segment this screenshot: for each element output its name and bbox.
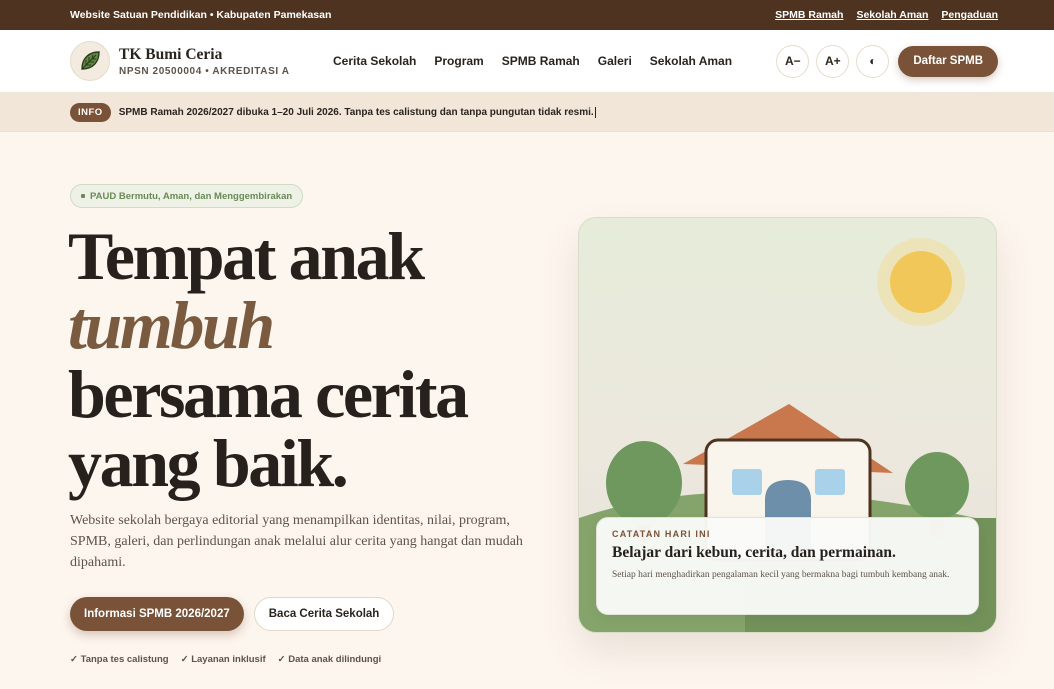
note-body: Setiap hari menghadirkan pengalaman keci…	[612, 570, 950, 580]
hero-buttons: Informasi SPMB 2026/2027 Baca Cerita Sek…	[70, 597, 395, 631]
school-meta: NPSN 20500004 • AKREDITASI A	[119, 65, 290, 77]
tree-left	[606, 441, 682, 525]
school-name: TK Bumi Ceria	[119, 45, 223, 63]
hero-pill: PAUD Bermutu, Aman, dan Menggembirakan	[70, 184, 304, 208]
school-window	[815, 469, 845, 495]
info-badge: INFO	[70, 102, 111, 122]
hero-checklist: ✓ Tanpa tes calistung ✓ Layanan inklusif…	[70, 654, 381, 665]
check-item: ✓ Tanpa tes calistung	[70, 654, 169, 665]
top-bar-tagline: Website Satuan Pendidikan • Kabupaten Pa…	[70, 9, 332, 21]
nav-sekolah-aman[interactable]: Sekolah Aman	[650, 54, 732, 68]
nav-galeri[interactable]: Galeri	[598, 54, 632, 68]
font-increase-button[interactable]: A+	[816, 44, 850, 78]
nav-cerita-sekolah[interactable]: Cerita Sekolah	[333, 54, 416, 68]
hero-pill-text: PAUD Bermutu, Aman, dan Menggembirakan	[90, 190, 293, 202]
headline-line-2: bersama cerita	[68, 356, 469, 432]
header-tools: A− A+ ◐ Daftar SPMB	[776, 44, 998, 78]
bullet-icon	[81, 194, 85, 198]
sun-icon	[890, 251, 952, 313]
info-strip: INFO SPMB Ramah 2026/2027 dibuka 1–20 Ju…	[0, 93, 1054, 132]
brand[interactable]: TK Bumi Ceria NPSN 20500004 • AKREDITASI…	[70, 41, 333, 81]
contrast-toggle-icon[interactable]: ◐	[856, 44, 890, 78]
link-spmb-ramah[interactable]: SPMB Ramah	[775, 9, 843, 21]
font-decrease-button[interactable]: A−	[776, 44, 810, 78]
nav-spmb-ramah[interactable]: SPMB Ramah	[502, 54, 580, 68]
link-pengaduan[interactable]: Pengaduan	[941, 9, 998, 21]
daily-note-card: CATATAN HARI INI Belajar dari kebun, cer…	[596, 517, 979, 615]
leaf-logo-icon	[70, 41, 110, 81]
school-window	[732, 469, 762, 495]
check-item: ✓ Layanan inklusif	[180, 654, 266, 665]
spmb-info-button[interactable]: Informasi SPMB 2026/2027	[70, 597, 244, 631]
info-ticker-text: SPMB Ramah 2026/2027 dibuka 1–20 Juli 20…	[118, 106, 596, 118]
site-header: TK Bumi Ceria NPSN 20500004 • AKREDITASI…	[0, 30, 1054, 93]
hero-description: Website sekolah bergaya editorial yang m…	[70, 513, 523, 570]
hero-headline: Tempat anak tumbuh bersama cerita yang b…	[68, 218, 469, 501]
headline-accent: tumbuh	[68, 287, 275, 363]
headline-line-1: Tempat anak	[68, 218, 425, 294]
note-title: Belajar dari kebun, cerita, dan permaina…	[612, 544, 896, 561]
top-bar-links: SPMB Ramah Sekolah Aman Pengaduan	[775, 9, 998, 21]
headline-line-3: yang baik.	[68, 425, 349, 501]
tree-right	[905, 452, 969, 520]
check-item: ✓ Data anak dilindungi	[277, 654, 382, 665]
daftar-spmb-button[interactable]: Daftar SPMB	[898, 45, 998, 77]
main-nav: Cerita Sekolah Program SPMB Ramah Galeri…	[333, 54, 732, 68]
read-story-button[interactable]: Baca Cerita Sekolah	[253, 597, 395, 631]
link-sekolah-aman[interactable]: Sekolah Aman	[856, 9, 928, 21]
nav-program[interactable]: Program	[434, 54, 483, 68]
top-bar: Website Satuan Pendidikan • Kabupaten Pa…	[0, 0, 1054, 30]
note-label: CATATAN HARI INI	[612, 529, 711, 539]
